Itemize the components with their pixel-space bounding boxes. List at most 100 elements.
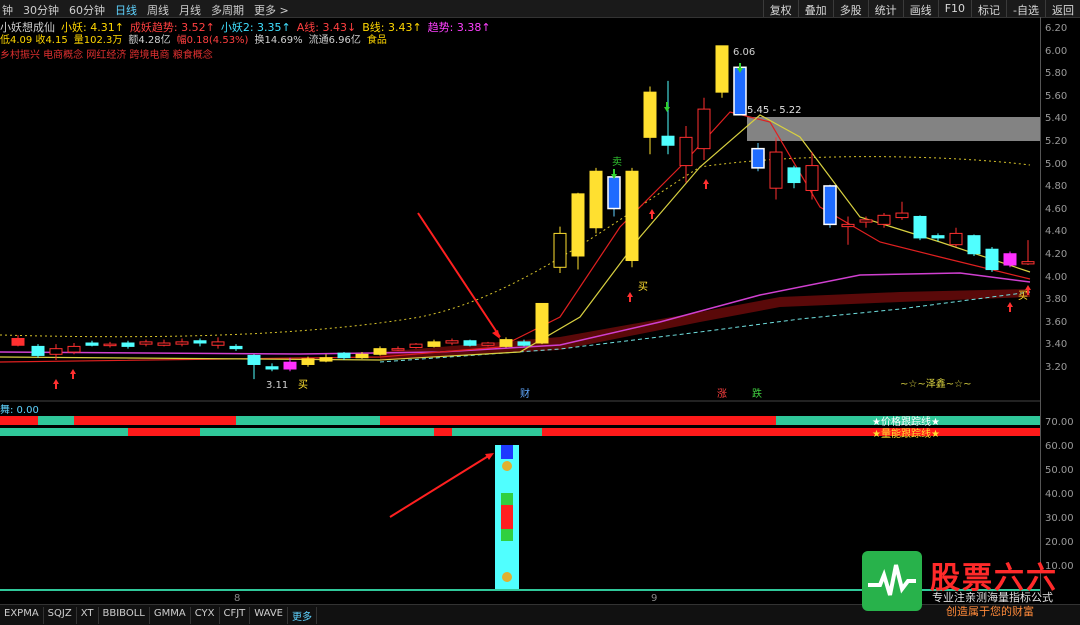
resistance-band: [747, 117, 1040, 141]
toolbar-button-2[interactable]: 多股: [832, 0, 868, 17]
candle: [11, 337, 25, 346]
down-arrow-icon: [664, 102, 670, 112]
indicator-tab-3[interactable]: BBIBOLL: [99, 607, 150, 624]
price-tick: 3.40: [1045, 339, 1068, 351]
tab-6[interactable]: 多周期: [211, 2, 244, 18]
price-tick: 6.00: [1045, 45, 1068, 57]
toolbar-button-6[interactable]: 标记: [971, 0, 1006, 17]
candle: [823, 185, 837, 226]
price-track-stripe: [38, 416, 74, 425]
sell-signal-label: 卖: [612, 156, 622, 168]
more-indicators-tab[interactable]: 更多: [288, 607, 317, 624]
price-tick: 4.20: [1045, 249, 1068, 260]
candle: [697, 108, 711, 150]
candle: [139, 341, 153, 345]
toolbar-button-5[interactable]: F10: [937, 0, 971, 17]
candle: [175, 341, 189, 345]
tab-4[interactable]: 周线: [147, 2, 169, 18]
price-track-stripe: [236, 416, 380, 425]
tab-3[interactable]: 日线: [115, 2, 137, 18]
indicator-tick: 40.00: [1045, 489, 1074, 500]
date-tick-9: 9: [651, 593, 657, 604]
toolbar-button-0[interactable]: 复权: [762, 0, 798, 17]
up-arrow-icon: [703, 179, 709, 189]
candle: [895, 212, 909, 219]
indicator-tab-4[interactable]: GMMA: [150, 607, 191, 624]
price-track-stripe: [380, 416, 776, 425]
tab-2[interactable]: 60分钟: [69, 2, 105, 18]
volume-track-stripe: [542, 428, 1040, 436]
candle: [787, 167, 801, 184]
toolbar-button-4[interactable]: 画线: [902, 0, 938, 17]
toolbar-button-7[interactable]: -自选: [1006, 0, 1045, 17]
candle: [409, 343, 423, 349]
date-tick-8: 8: [234, 593, 240, 604]
price-tick: 4.60: [1045, 203, 1068, 215]
candle: [49, 348, 63, 355]
buy-signal-label-2: 买: [638, 281, 648, 293]
indicator-tick: 20.00: [1045, 537, 1074, 548]
indicator-tab-1[interactable]: SQJZ: [44, 607, 77, 624]
indicator-tab-0[interactable]: EXPMA: [0, 607, 44, 624]
price-chart[interactable]: 6.065.45 - 5.223.11 买卖财涨跌~☆~泽鑫~☆~8 9买买★价格跟…: [0, 17, 1040, 604]
candle: [769, 151, 783, 189]
volume-track-stripe: [452, 428, 542, 436]
indicator-tick: 50.00: [1045, 465, 1074, 476]
volume-track-stripe: [128, 428, 200, 436]
signal-column-top: [501, 445, 513, 459]
low-price-label: 3.11: [266, 380, 288, 391]
tab-1[interactable]: 30分钟: [23, 2, 59, 18]
price-tick: 3.80: [1045, 294, 1068, 306]
toolbar-button-3[interactable]: 统计: [867, 0, 903, 17]
candle: [859, 219, 873, 223]
zhang-marker-label: 涨: [717, 388, 727, 400]
toolbar-buttons: 复权 叠加 多股 统计 画线 F10 标记 -自选 返回: [762, 0, 1080, 17]
candle: [535, 302, 549, 344]
candle: [571, 193, 585, 257]
indicator-tick: 60.00: [1045, 441, 1074, 452]
coin-icon: [502, 461, 512, 471]
indicator-tab-6[interactable]: CFJT: [220, 607, 251, 624]
high-price-label: 6.06: [733, 47, 755, 58]
indicator-tab-2[interactable]: XT: [77, 607, 99, 624]
price-tick: 4.40: [1045, 226, 1068, 238]
tab-5[interactable]: 月线: [179, 2, 201, 18]
up-arrow-icon: [53, 379, 59, 389]
candle: [103, 343, 117, 347]
candle: [391, 348, 405, 351]
candle: [517, 341, 531, 346]
candle: [301, 358, 315, 365]
candle: [463, 340, 477, 346]
candle: [85, 342, 99, 346]
price-tick: 5.60: [1045, 90, 1068, 102]
up-arrow-icon: [1007, 302, 1013, 312]
candle: [283, 361, 297, 370]
price-track-stripe: [74, 416, 236, 425]
indicator-tab-5[interactable]: CYX: [191, 607, 220, 624]
candle: [337, 352, 351, 359]
die-marker-label: 跌: [752, 387, 762, 400]
cai-marker-label: 财: [520, 387, 530, 400]
toolbar-button-1[interactable]: 叠加: [797, 0, 833, 17]
price-tick: 3.20: [1045, 362, 1068, 373]
yellow-ma-line: [0, 114, 1031, 361]
candle: [805, 165, 819, 191]
candle: [229, 345, 243, 350]
dotted-ma-line: [0, 156, 1031, 338]
candle: [715, 45, 729, 93]
price-tick: 3.60: [1045, 316, 1068, 328]
price-tick: 6.20: [1045, 23, 1068, 34]
annotation-arrow: [417, 212, 501, 338]
price-tick: 4.80: [1045, 181, 1068, 193]
period-tabs: 钟 30分钟 60分钟 日线 周线 月线 多周期 更多 >: [2, 2, 289, 18]
indicator-tick: 70.00: [1045, 417, 1074, 428]
tab-0[interactable]: 钟: [2, 2, 13, 18]
candle: [679, 136, 693, 167]
price-tick: 5.20: [1045, 136, 1068, 147]
indicator-tab-7[interactable]: WAVE: [250, 607, 288, 624]
tab-7[interactable]: 更多 >: [254, 2, 289, 18]
candle: [355, 353, 369, 359]
toolbar-button-8[interactable]: 返回: [1045, 0, 1080, 17]
price-track-stripe: [0, 416, 38, 425]
candle: [121, 342, 135, 347]
